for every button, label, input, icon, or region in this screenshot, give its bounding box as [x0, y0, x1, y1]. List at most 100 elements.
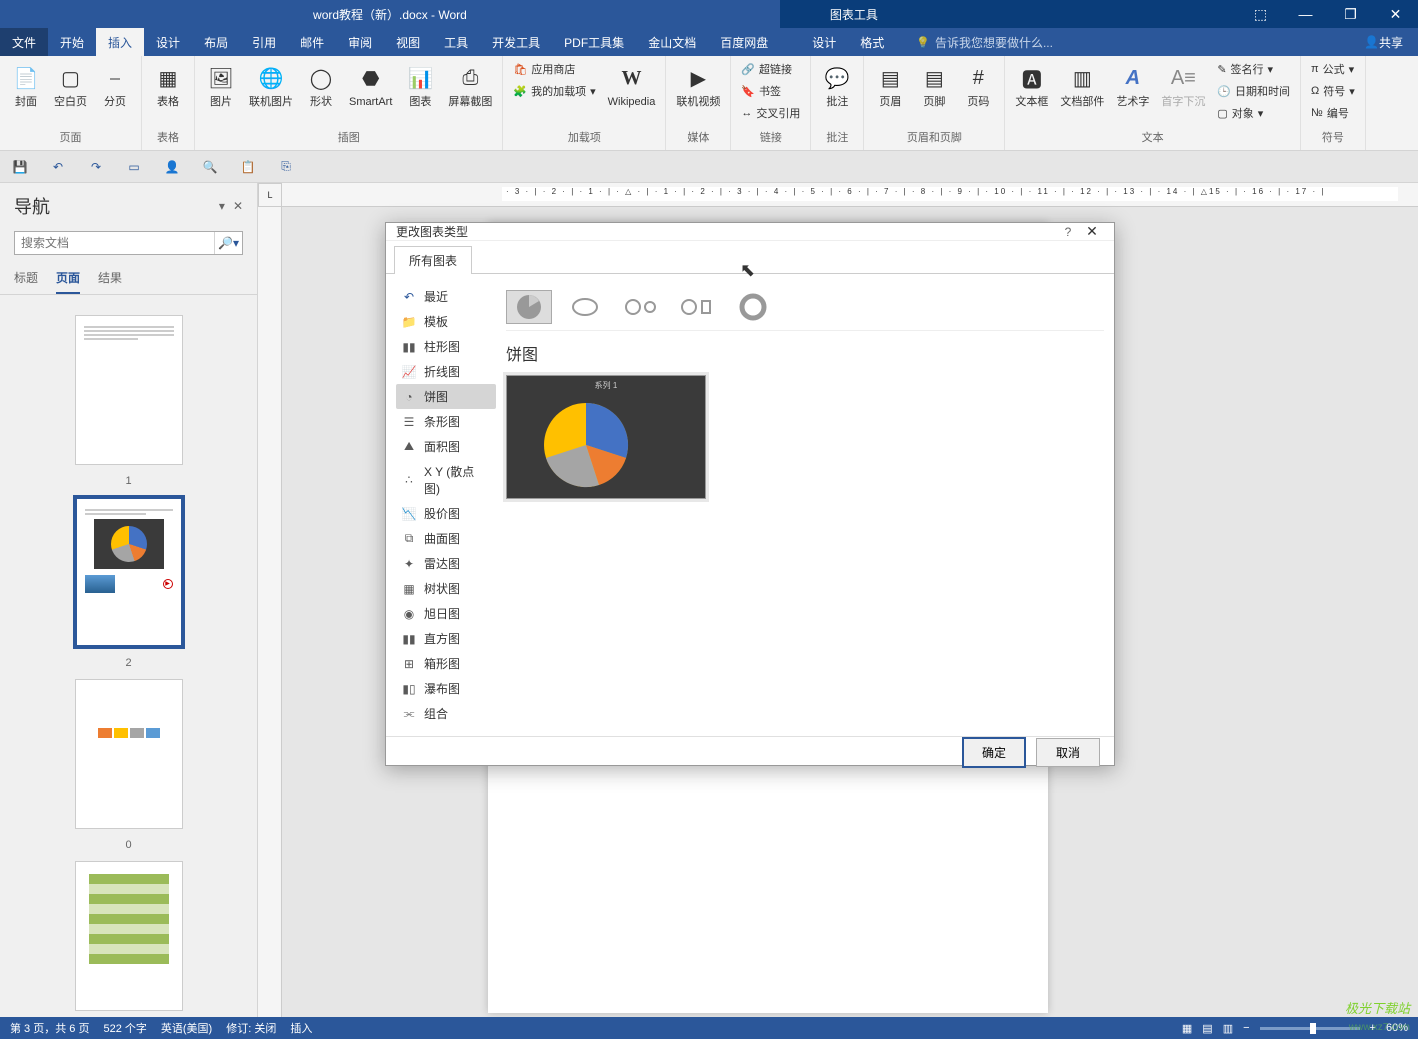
qat-btn-4[interactable]: ▭	[124, 157, 144, 177]
blank-page-button[interactable]: ▢空白页	[50, 59, 91, 112]
tab-mailings[interactable]: 邮件	[288, 28, 336, 56]
tab-design[interactable]: 设计	[144, 28, 192, 56]
number-button[interactable]: №编号	[1307, 103, 1359, 123]
cat-templates[interactable]: 📁模板	[396, 309, 496, 334]
pictures-button[interactable]: 🖼图片	[201, 59, 241, 112]
ribbon-options-icon[interactable]: ⬚	[1238, 0, 1283, 28]
dialog-tab-all-charts[interactable]: 所有图表	[394, 246, 472, 274]
qat-btn-5[interactable]: 👤	[162, 157, 182, 177]
tab-tools[interactable]: 工具	[432, 28, 480, 56]
dialog-titlebar[interactable]: 更改图表类型 ? ✕	[386, 223, 1114, 241]
signature-button[interactable]: ✎签名行 ▾	[1213, 59, 1294, 79]
wikipedia-button[interactable]: WWikipedia	[604, 59, 660, 112]
screenshot-button[interactable]: ⎙屏幕截图	[444, 59, 496, 112]
tab-baidu[interactable]: 百度网盘	[708, 28, 780, 56]
cat-bar[interactable]: ☰条形图	[396, 409, 496, 434]
horizontal-ruler[interactable]: · 3 · | · 2 · | · 1 · | · △ · | · 1 · | …	[282, 183, 1418, 207]
nav-pages[interactable]: 1 ▶ 2 0 1	[0, 295, 257, 1017]
tab-view[interactable]: 视图	[384, 28, 432, 56]
vertical-ruler[interactable]	[258, 207, 282, 1017]
subtype-pie[interactable]	[506, 290, 552, 324]
quickparts-button[interactable]: ▥文档部件	[1056, 59, 1108, 112]
subtype-doughnut[interactable]	[730, 290, 776, 324]
page-thumbnail[interactable]	[75, 679, 183, 829]
cat-sunburst[interactable]: ◉旭日图	[396, 601, 496, 626]
page-thumbnail[interactable]: ▶	[75, 497, 183, 647]
zoom-slider[interactable]	[1260, 1027, 1360, 1030]
chart-preview[interactable]: 系列 1	[506, 375, 706, 499]
wordart-button[interactable]: A艺术字	[1112, 59, 1153, 112]
cat-pie[interactable]: ◔饼图	[396, 384, 496, 409]
qat-btn-6[interactable]: 🔍	[200, 157, 220, 177]
smartart-button[interactable]: ⬣SmartArt	[345, 59, 396, 112]
tab-pdf[interactable]: PDF工具集	[552, 28, 636, 56]
share-button[interactable]: 👤 共享	[1349, 28, 1418, 56]
shapes-button[interactable]: ◯形状	[301, 59, 341, 112]
cat-boxplot[interactable]: ⊞箱形图	[396, 651, 496, 676]
qat-btn-7[interactable]: 📋	[238, 157, 258, 177]
tab-kingsoft[interactable]: 金山文档	[636, 28, 708, 56]
store-button[interactable]: 🛍应用商店	[509, 59, 599, 79]
tab-review[interactable]: 审阅	[336, 28, 384, 56]
cat-recent[interactable]: ↶最近	[396, 284, 496, 309]
tab-insert[interactable]: 插入	[96, 28, 144, 56]
datetime-button[interactable]: 🕒日期和时间	[1213, 81, 1294, 101]
footer-button[interactable]: ▤页脚	[914, 59, 954, 112]
cat-surface[interactable]: ⧉曲面图	[396, 526, 496, 551]
cover-page-button[interactable]: 📄封面	[6, 59, 46, 112]
page-break-button[interactable]: ⎯分页	[95, 59, 135, 112]
view-print-layout-icon[interactable]: ▦	[1182, 1022, 1192, 1035]
subtype-bar-of-pie[interactable]	[674, 290, 720, 324]
status-mode[interactable]: 插入	[290, 1020, 312, 1036]
my-addins-button[interactable]: 🧩我的加载项 ▾	[509, 81, 599, 101]
symbol-button[interactable]: Ω符号 ▾	[1307, 81, 1359, 101]
table-button[interactable]: ▦表格	[148, 59, 188, 112]
dialog-close-button[interactable]: ✕	[1080, 223, 1104, 240]
online-video-button[interactable]: ▶联机视频	[672, 59, 724, 112]
tell-me-input[interactable]: 告诉我您想要做什么...	[896, 28, 1349, 56]
cancel-button[interactable]: 取消	[1036, 738, 1100, 767]
minimize-icon[interactable]: —	[1283, 0, 1328, 28]
tab-references[interactable]: 引用	[240, 28, 288, 56]
tab-file[interactable]: 文件	[0, 28, 48, 56]
dropcap-button[interactable]: A≡首字下沉	[1157, 59, 1209, 112]
status-track[interactable]: 修订: 关闭	[226, 1020, 276, 1036]
tab-chart-format[interactable]: 格式	[848, 28, 896, 56]
online-pictures-button[interactable]: 🌐联机图片	[245, 59, 297, 112]
object-button[interactable]: ▢对象 ▾	[1213, 103, 1294, 123]
cat-waterfall[interactable]: ▮▯瀑布图	[396, 676, 496, 701]
zoom-out-button[interactable]: −	[1243, 1022, 1249, 1034]
restore-icon[interactable]: ❐	[1328, 0, 1373, 28]
page-number-button[interactable]: #页码	[958, 59, 998, 112]
page-thumbnail[interactable]	[75, 315, 183, 465]
hyperlink-button[interactable]: 🔗超链接	[737, 59, 804, 79]
tab-developer[interactable]: 开发工具	[480, 28, 552, 56]
subtype-pie-of-pie[interactable]	[618, 290, 664, 324]
cat-histogram[interactable]: ▮▮直方图	[396, 626, 496, 651]
cat-scatter[interactable]: ∴X Y (散点图)	[396, 459, 496, 501]
nav-tab-headings[interactable]: 标题	[14, 269, 38, 294]
ok-button[interactable]: 确定	[962, 737, 1026, 768]
cat-radar[interactable]: ✦雷达图	[396, 551, 496, 576]
view-web-icon[interactable]: ▥	[1223, 1022, 1233, 1035]
status-page[interactable]: 第 3 页，共 6 页	[10, 1020, 89, 1036]
search-button[interactable]: 🔎▾	[214, 232, 242, 254]
close-icon[interactable]: ✕	[1373, 0, 1418, 28]
subtype-3d-pie[interactable]	[562, 290, 608, 324]
view-read-icon[interactable]: ▤	[1202, 1022, 1212, 1035]
cat-stock[interactable]: 📉股价图	[396, 501, 496, 526]
undo-button[interactable]: ↶	[48, 157, 68, 177]
nav-tab-pages[interactable]: 页面	[56, 269, 80, 294]
tab-chart-design[interactable]: 设计	[800, 28, 848, 56]
page-thumbnail[interactable]	[75, 861, 183, 1011]
nav-close-button[interactable]: ▾✕	[219, 199, 243, 213]
redo-button[interactable]: ↷	[86, 157, 106, 177]
cat-column[interactable]: ▮▮柱形图	[396, 334, 496, 359]
crossref-button[interactable]: ↔交叉引用	[737, 103, 804, 123]
header-button[interactable]: ▤页眉	[870, 59, 910, 112]
cat-area[interactable]: ⛰面积图	[396, 434, 496, 459]
status-words[interactable]: 522 个字	[103, 1020, 146, 1036]
cat-line[interactable]: 📈折线图	[396, 359, 496, 384]
search-input[interactable]	[15, 232, 214, 254]
cat-treemap[interactable]: ▦树状图	[396, 576, 496, 601]
